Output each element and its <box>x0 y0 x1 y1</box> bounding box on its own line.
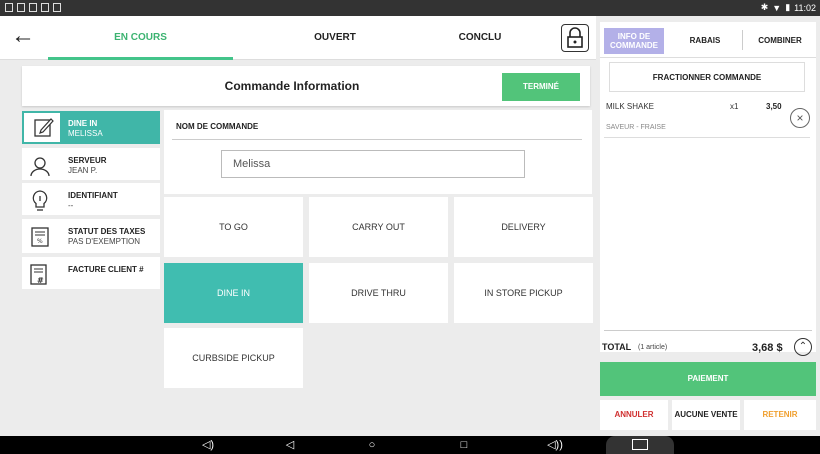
left-item-serveur[interactable]: SERVEUR JEAN P. <box>22 148 160 180</box>
tab-label: INFO DE COMMANDE <box>610 32 658 50</box>
notification-icon <box>17 3 25 12</box>
left-item-title: DINE IN <box>68 119 98 128</box>
volume-down-icon[interactable]: ◁) <box>200 438 216 452</box>
bluetooth-icon: ✱ <box>760 2 769 12</box>
divider <box>604 330 812 331</box>
order-name-label: NOM DE COMMANDE <box>176 122 259 131</box>
cart-item-modifier: SAVEUR - FRAISE <box>606 124 666 131</box>
total-value: 3,68 $ <box>752 342 783 354</box>
annuler-button[interactable]: ANNULER <box>600 400 668 430</box>
paiement-button[interactable]: PAIEMENT <box>600 362 816 396</box>
status-bar: ✱ ▼ ▮ 11:02 <box>0 0 820 16</box>
tab-combiner[interactable]: COMBINER <box>744 22 816 58</box>
order-type-in-store-pickup[interactable]: IN STORE PICKUP <box>454 263 593 323</box>
order-type-to-go[interactable]: TO GO <box>164 197 303 257</box>
icon-frame <box>22 111 62 144</box>
svg-text:#: # <box>37 276 44 285</box>
tab-label-line: COMMANDE <box>610 41 658 50</box>
left-item-title: IDENTIFIANT <box>68 191 118 200</box>
order-detail-tabs: INFO DE COMMANDE RABAIS COMBINER <box>600 22 816 58</box>
order-type-dine-in[interactable]: DINE IN <box>164 263 303 323</box>
order-type-carry-out[interactable]: CARRY OUT <box>309 197 448 257</box>
order-type-curbside-pickup[interactable]: CURBSIDE PICKUP <box>164 328 303 388</box>
user-icon <box>30 157 50 177</box>
left-item-value: -- <box>68 201 74 210</box>
order-info-header: Commande Information TERMINÉ <box>22 66 590 106</box>
tab-ouvert[interactable]: OUVERT <box>285 16 385 60</box>
order-name-card: NOM DE COMMANDE <box>164 110 592 194</box>
left-item-dine-in[interactable]: DINE IN MELISSA <box>22 111 160 144</box>
aucune-vente-button[interactable]: AUCUNE VENTE <box>672 400 740 430</box>
left-item-identifiant[interactable]: IDENTIFIANT -- <box>22 183 160 215</box>
left-item-statut-taxes[interactable]: % STATUT DES TAXES PAS D'EXEMPTION <box>22 219 160 253</box>
lock-button[interactable] <box>561 24 589 52</box>
left-item-title: SERVEUR <box>68 156 107 165</box>
volume-up-icon[interactable]: ◁)) <box>544 438 566 452</box>
chevron-up-icon[interactable]: ⌃ <box>794 338 812 356</box>
order-type-delivery[interactable]: DELIVERY <box>454 197 593 257</box>
cart-panel: FRACTIONNER COMMANDE MILK SHAKE x1 3,50 … <box>600 58 816 352</box>
active-tab-indicator <box>48 57 233 60</box>
tab-rabais[interactable]: RABAIS <box>670 22 740 58</box>
order-tab-bar: ← EN COURS OUVERT CONCLU <box>0 16 596 60</box>
battery-icon: ▮ <box>785 2 791 12</box>
camera-icon <box>632 439 648 450</box>
cart-item-price: 3,50 <box>766 102 782 111</box>
invoice-icon: # <box>30 264 47 285</box>
notification-icon <box>41 3 49 12</box>
recents-icon[interactable]: □ <box>456 438 472 452</box>
left-item-title: FACTURE CLIENT # <box>68 265 144 274</box>
total-count: (1 article) <box>638 344 668 351</box>
termine-button[interactable]: TERMINÉ <box>502 73 580 101</box>
edit-icon <box>34 118 54 137</box>
tab-label-line: INFO DE <box>617 32 651 41</box>
tab-info-commande[interactable]: INFO DE COMMANDE <box>604 28 664 54</box>
lightbulb-icon <box>32 190 48 211</box>
tab-divider <box>742 30 743 50</box>
wifi-icon: ▼ <box>772 2 782 13</box>
retenir-button[interactable]: RETENIR <box>744 400 816 430</box>
screenshot-button[interactable] <box>606 436 674 454</box>
left-item-value: JEAN P. <box>68 166 98 175</box>
left-item-value: PAS D'EXEMPTION <box>68 237 141 246</box>
left-item-title: STATUT DES TAXES <box>68 227 146 236</box>
cart-item-name[interactable]: MILK SHAKE <box>606 102 654 111</box>
remove-item-icon[interactable]: × <box>790 108 810 128</box>
page-title: Commande Information <box>224 79 360 93</box>
divider <box>172 139 582 140</box>
order-type-drive-thru[interactable]: DRIVE THRU <box>309 263 448 323</box>
fractionner-commande-button[interactable]: FRACTIONNER COMMANDE <box>609 62 805 92</box>
left-item-value: MELISSA <box>68 129 103 138</box>
tab-en-cours[interactable]: EN COURS <box>48 16 233 60</box>
back-arrow-icon[interactable]: ← <box>8 22 38 52</box>
total-row: TOTAL (1 article) 3,68 $ ⌃ <box>600 336 816 360</box>
tab-conclu[interactable]: CONCLU <box>440 16 520 60</box>
notification-icons <box>5 3 61 12</box>
system-nav-bar: ◁) ◁ ○ □ ◁)) <box>0 436 820 454</box>
receipt-icon: % <box>31 227 49 247</box>
back-icon[interactable]: ◁ <box>282 438 298 452</box>
divider <box>604 137 810 138</box>
home-icon[interactable]: ○ <box>364 438 380 452</box>
order-name-input[interactable] <box>221 150 525 178</box>
svg-text:%: % <box>37 238 43 245</box>
clock: 11:02 <box>794 2 816 13</box>
lock-icon <box>567 27 583 48</box>
notification-icon <box>53 3 61 12</box>
total-label: TOTAL <box>602 342 632 352</box>
left-item-facture-client[interactable]: # FACTURE CLIENT # <box>22 257 160 289</box>
notification-icon <box>29 3 37 12</box>
notification-icon <box>5 3 13 12</box>
cart-item-qty: x1 <box>730 102 739 111</box>
